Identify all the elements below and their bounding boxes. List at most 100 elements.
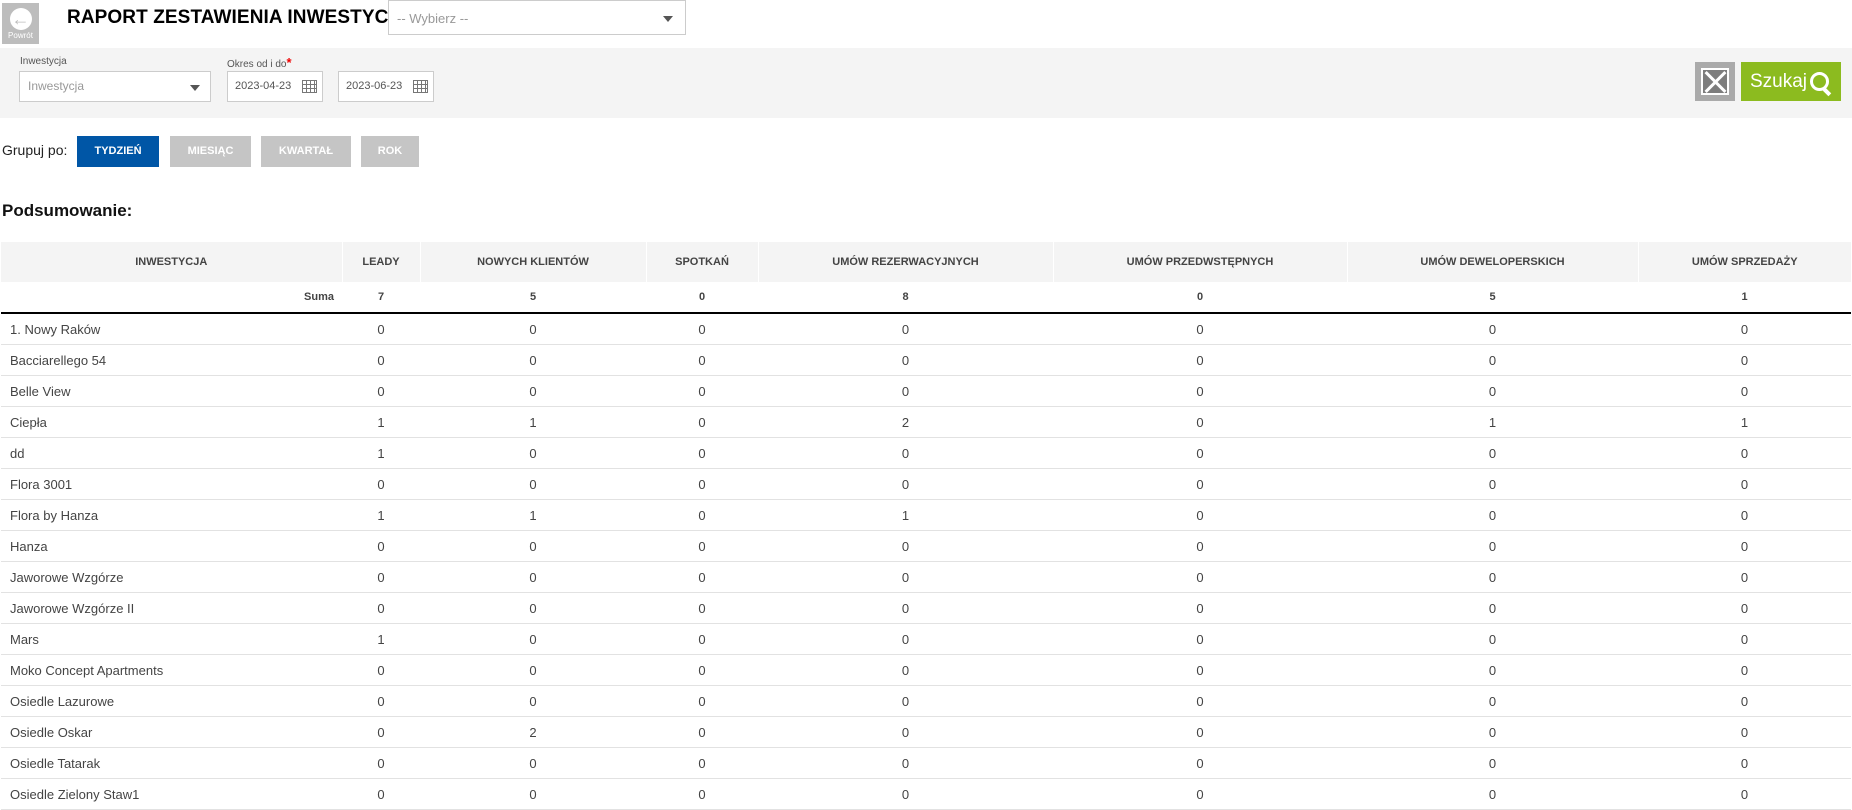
sum-cell: 8 (758, 282, 1053, 314)
value-cell: 0 (1638, 313, 1851, 345)
sum-label: Suma (1, 282, 342, 314)
group-quarter-button[interactable]: KWARTAŁ (261, 136, 351, 167)
value-cell: 0 (342, 468, 420, 500)
value-cell: 0 (1347, 468, 1638, 500)
calendar-icon[interactable] (413, 80, 428, 93)
investment-name-cell: Jaworowe Wzgórze II (1, 592, 342, 624)
value-cell: 0 (758, 313, 1053, 345)
value-cell: 0 (1053, 468, 1347, 500)
value-cell: 1 (1638, 406, 1851, 438)
value-cell: 1 (420, 499, 646, 531)
value-cell: 0 (646, 468, 758, 500)
value-cell: 0 (420, 344, 646, 376)
report-select[interactable]: -- Wybierz -- (388, 0, 686, 35)
table-row: Hanza 0 0 0 0 0 0 0 (1, 530, 1851, 562)
table-row: Belle View 0 0 0 0 0 0 0 (1, 375, 1851, 407)
value-cell: 0 (420, 437, 646, 469)
value-cell: 1 (758, 499, 1053, 531)
investment-name-cell: 1. Nowy Raków (1, 313, 342, 345)
date-from-field[interactable]: 2023-04-23 (227, 71, 323, 102)
value-cell: 0 (420, 375, 646, 407)
value-cell: 0 (646, 530, 758, 562)
value-cell: 0 (1053, 499, 1347, 531)
value-cell: 0 (420, 530, 646, 562)
value-cell: 0 (1053, 437, 1347, 469)
date-from-value: 2023-04-23 (235, 80, 292, 92)
value-cell: 0 (1347, 344, 1638, 376)
value-cell: 0 (1347, 685, 1638, 717)
value-cell: 0 (342, 716, 420, 748)
value-cell: 0 (758, 375, 1053, 407)
value-cell: 0 (1638, 530, 1851, 562)
value-cell: 2 (420, 716, 646, 748)
value-cell: 0 (1638, 468, 1851, 500)
col-header-leads[interactable]: Leady (341, 242, 420, 282)
back-button[interactable]: ← Powrót (2, 3, 39, 44)
value-cell: 0 (1347, 437, 1638, 469)
arrow-left-icon: ← (9, 8, 32, 30)
value-cell: 0 (1347, 313, 1638, 345)
investment-select-value: Inwestycja (28, 79, 85, 93)
col-header-sales-contracts[interactable]: Umów sprzedaży (1637, 242, 1851, 282)
value-cell: 0 (1053, 623, 1347, 655)
value-cell: 0 (646, 499, 758, 531)
table-row: Osiedle Zielony Staw1 0 0 0 0 0 0 0 (1, 778, 1851, 810)
value-cell: 0 (342, 375, 420, 407)
value-cell: 1 (342, 623, 420, 655)
table-row: Ciepła 1 1 0 2 0 1 1 (1, 406, 1851, 438)
value-cell: 0 (1053, 561, 1347, 593)
col-header-reservation-contracts[interactable]: Umów rezerwacyjnych (757, 242, 1053, 282)
value-cell: 0 (646, 654, 758, 686)
value-cell: 0 (758, 685, 1053, 717)
col-header-preliminary-contracts[interactable]: Umów przedwstępnych (1052, 242, 1347, 282)
table-row: dd 1 0 0 0 0 0 0 (1, 437, 1851, 469)
value-cell: 2 (758, 406, 1053, 438)
required-marker: * (286, 55, 292, 70)
value-cell: 0 (1638, 623, 1851, 655)
value-cell: 0 (1053, 778, 1347, 810)
group-year-button[interactable]: ROK (361, 136, 419, 167)
investment-name-cell: Flora 3001 (1, 468, 342, 500)
value-cell: 0 (1347, 716, 1638, 748)
value-cell: 0 (1638, 499, 1851, 531)
col-header-new-clients[interactable]: Nowych klientów (419, 242, 646, 282)
table-row: Osiedle Oskar 0 2 0 0 0 0 0 (1, 716, 1851, 748)
value-cell: 0 (1638, 344, 1851, 376)
sum-cell: 0 (646, 282, 758, 314)
group-month-button[interactable]: MIESIĄC (170, 136, 251, 167)
value-cell: 0 (1053, 592, 1347, 624)
table-row: Osiedle Lazurowe 0 0 0 0 0 0 0 (1, 685, 1851, 717)
investment-name-cell: Hanza (1, 530, 342, 562)
value-cell: 0 (1347, 530, 1638, 562)
col-header-meetings[interactable]: Spotkań (645, 242, 758, 282)
value-cell: 0 (758, 530, 1053, 562)
value-cell: 0 (1638, 778, 1851, 810)
chevron-down-icon (190, 85, 200, 91)
value-cell: 0 (758, 468, 1053, 500)
col-header-developer-contracts[interactable]: Umów deweloperskich (1346, 242, 1638, 282)
investment-name-cell: Ciepła (1, 406, 342, 438)
value-cell: 0 (342, 530, 420, 562)
investment-select[interactable]: Inwestycja (19, 71, 211, 102)
value-cell: 0 (758, 561, 1053, 593)
investment-name-cell: Mars (1, 623, 342, 655)
date-to-field[interactable]: 2023-06-23 (338, 71, 434, 102)
value-cell: 0 (342, 561, 420, 593)
value-cell: 0 (342, 344, 420, 376)
value-cell: 0 (342, 592, 420, 624)
value-cell: 0 (1053, 344, 1347, 376)
col-header-investment[interactable]: Inwestycja (1, 242, 342, 282)
value-cell: 0 (1638, 654, 1851, 686)
value-cell: 0 (646, 344, 758, 376)
group-week-button[interactable]: TYDZIEŃ (77, 136, 159, 167)
value-cell: 0 (758, 623, 1053, 655)
value-cell: 1 (342, 499, 420, 531)
value-cell: 0 (1347, 623, 1638, 655)
calendar-icon[interactable] (302, 80, 317, 93)
table-row: Jaworowe Wzgórze II 0 0 0 0 0 0 0 (1, 592, 1851, 624)
search-button[interactable]: Szukaj (1741, 62, 1841, 101)
value-cell: 1 (342, 406, 420, 438)
table-body: Suma 7 5 0 8 0 5 1 1. Nowy Raków 0 0 0 0 0 0 0 B… (1, 282, 1851, 810)
export-excel-button[interactable] (1695, 62, 1735, 101)
value-cell: 1 (420, 406, 646, 438)
